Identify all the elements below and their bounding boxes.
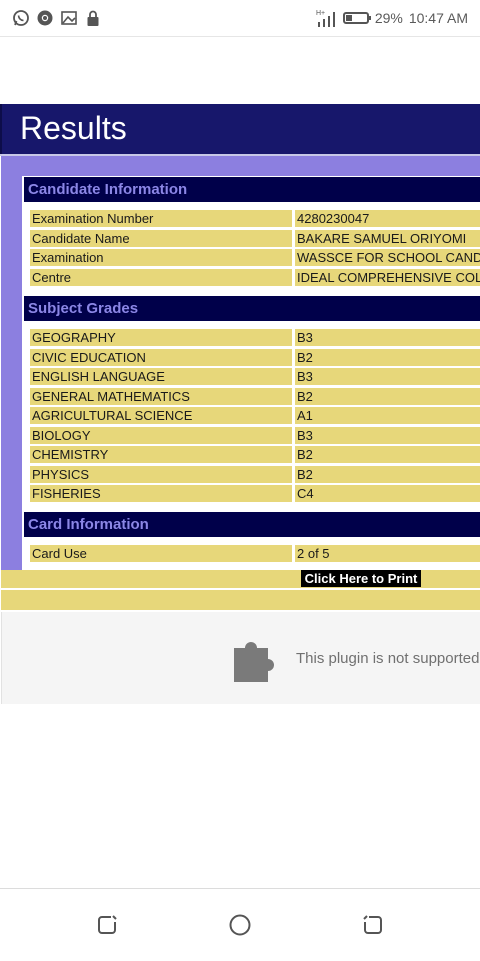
subject-grade: C4 xyxy=(295,485,480,502)
lock-icon xyxy=(87,10,99,26)
row-label: Card Use xyxy=(30,545,292,562)
subject-grade: A1 xyxy=(295,407,480,424)
table-row: CIVIC EDUCATION B2 xyxy=(30,349,480,366)
candidate-info-header: Candidate Information xyxy=(24,177,480,202)
subject-name: BIOLOGY xyxy=(30,427,292,444)
footer-strip xyxy=(1,590,480,610)
svg-text:H+: H+ xyxy=(316,10,325,17)
section-title: Subject Grades xyxy=(28,300,139,317)
subject-name: PHYSICS xyxy=(30,466,292,483)
table-row: Card Use 2 of 5 xyxy=(30,545,480,562)
table-row: PHYSICS B2 xyxy=(30,466,480,483)
subject-grade: B2 xyxy=(295,388,480,405)
table-row: AGRICULTURAL SCIENCE A1 xyxy=(30,407,480,424)
whatsapp-icon xyxy=(13,10,29,26)
battery-icon xyxy=(342,12,371,24)
status-bar: H+ 29% 10:47 AM xyxy=(0,0,480,37)
row-value: BAKARE SAMUEL ORIYOMI xyxy=(295,230,480,247)
table-row: Examination Number 4280230047 xyxy=(30,210,480,227)
subject-name: GEOGRAPHY xyxy=(30,329,292,346)
row-label: Candidate Name xyxy=(30,230,292,247)
table-row: GEOGRAPHY B3 xyxy=(30,329,480,346)
subject-name: GENERAL MATHEMATICS xyxy=(30,388,292,405)
image-icon xyxy=(61,11,77,25)
subject-name: ENGLISH LANGUAGE xyxy=(30,368,292,385)
table-row: FISHERIES C4 xyxy=(30,485,480,502)
puzzle-piece-icon xyxy=(234,642,274,682)
print-button[interactable]: Click Here to Print xyxy=(301,570,421,587)
table-row: Candidate Name BAKARE SAMUEL ORIYOMI xyxy=(30,230,480,247)
table-row: CHEMISTRY B2 xyxy=(30,446,480,463)
row-value: 4280230047 xyxy=(295,210,480,227)
row-value: IDEAL COMPREHENSIVE COLL xyxy=(295,269,480,286)
subject-name: FISHERIES xyxy=(30,485,292,502)
plugin-placeholder: This plugin is not supported xyxy=(1,612,480,704)
row-value: WASSCE FOR SCHOOL CANDID xyxy=(295,249,480,266)
table-row: ENGLISH LANGUAGE B3 xyxy=(30,368,480,385)
row-label: Examination xyxy=(30,249,292,266)
subject-grades-header: Subject Grades xyxy=(24,296,480,321)
table-row: Centre IDEAL COMPREHENSIVE COLL xyxy=(30,269,480,286)
table-row: Examination WASSCE FOR SCHOOL CANDID xyxy=(30,249,480,266)
subject-name: AGRICULTURAL SCIENCE xyxy=(30,407,292,424)
signal-icon: H+ xyxy=(316,10,335,27)
table-row: BIOLOGY B3 xyxy=(30,427,480,444)
plugin-message: This plugin is not supported xyxy=(296,650,480,667)
clock: 10:47 AM xyxy=(408,10,468,26)
row-value: 2 of 5 xyxy=(295,545,480,562)
back-button[interactable] xyxy=(361,913,385,937)
row-label: Examination Number xyxy=(30,210,292,227)
page-header: Results xyxy=(0,104,480,154)
home-button[interactable] xyxy=(228,913,252,937)
row-label: Centre xyxy=(30,269,292,286)
navigation-bar xyxy=(0,888,480,961)
battery-percent: 29% xyxy=(374,10,403,26)
section-title: Candidate Information xyxy=(28,181,188,198)
results-page: Results Candidate Information Examinatio… xyxy=(0,104,480,704)
section-title: Card Information xyxy=(28,516,149,533)
chrome-icon xyxy=(37,10,53,26)
recent-apps-button[interactable] xyxy=(95,913,119,937)
subject-grade: B3 xyxy=(295,427,480,444)
page-title: Results xyxy=(20,110,127,146)
print-strip: Click Here to Print xyxy=(1,570,480,588)
subject-grade: B2 xyxy=(295,349,480,366)
table-row: GENERAL MATHEMATICS B2 xyxy=(30,388,480,405)
subject-grade: B2 xyxy=(295,466,480,483)
card-info-header: Card Information xyxy=(24,512,480,537)
subject-grade: B3 xyxy=(295,329,480,346)
subject-name: CHEMISTRY xyxy=(30,446,292,463)
subject-grade: B2 xyxy=(295,446,480,463)
subject-grade: B3 xyxy=(295,368,480,385)
subject-name: CIVIC EDUCATION xyxy=(30,349,292,366)
